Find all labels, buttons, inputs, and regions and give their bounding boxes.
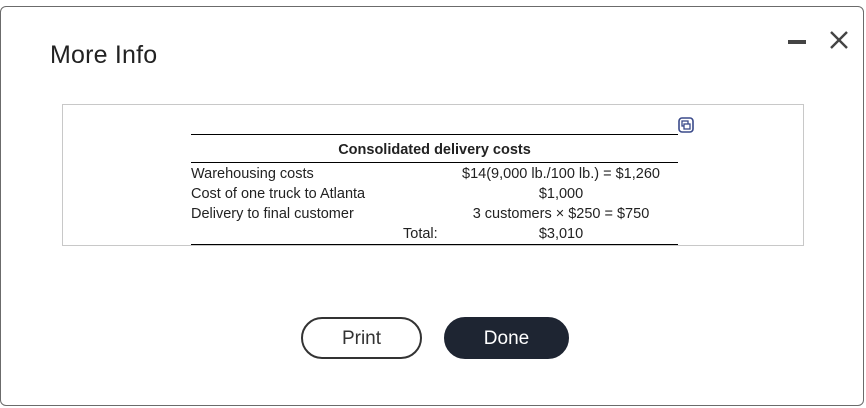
row-label-delivery: Delivery to final customer bbox=[191, 206, 354, 222]
done-button[interactable]: Done bbox=[444, 317, 569, 359]
print-button[interactable]: Print bbox=[301, 317, 422, 359]
table-header-rule bbox=[191, 162, 678, 163]
total-value: $3,010 bbox=[538, 226, 584, 242]
row-value-warehousing: $14(9,000 lb./100 lb.) = $1,260 bbox=[462, 166, 660, 182]
row-label-truck: Cost of one truck to Atlanta bbox=[191, 186, 366, 202]
table-row: Delivery to final customer 3 customers ×… bbox=[191, 206, 678, 226]
table-bottom-rule bbox=[191, 244, 678, 245]
table-title: Consolidated delivery costs bbox=[338, 142, 531, 158]
table-row: Cost of one truck to Atlanta $1,000 bbox=[191, 186, 678, 206]
table-row: Warehousing costs $14(9,000 lb./100 lb.)… bbox=[191, 166, 678, 186]
row-value-truck: $1,000 bbox=[538, 186, 584, 202]
row-label-warehousing: Warehousing costs bbox=[191, 166, 314, 182]
total-row: Total: $3,010 bbox=[191, 226, 678, 246]
dialog-title: More Info bbox=[50, 41, 158, 69]
table-top-rule bbox=[191, 134, 678, 135]
copy-icon[interactable] bbox=[678, 117, 694, 133]
total-label: Total: bbox=[403, 226, 438, 242]
close-icon[interactable] bbox=[827, 25, 851, 53]
minus-icon[interactable] bbox=[786, 25, 810, 53]
row-value-delivery: 3 customers × $250 = $750 bbox=[472, 206, 650, 222]
